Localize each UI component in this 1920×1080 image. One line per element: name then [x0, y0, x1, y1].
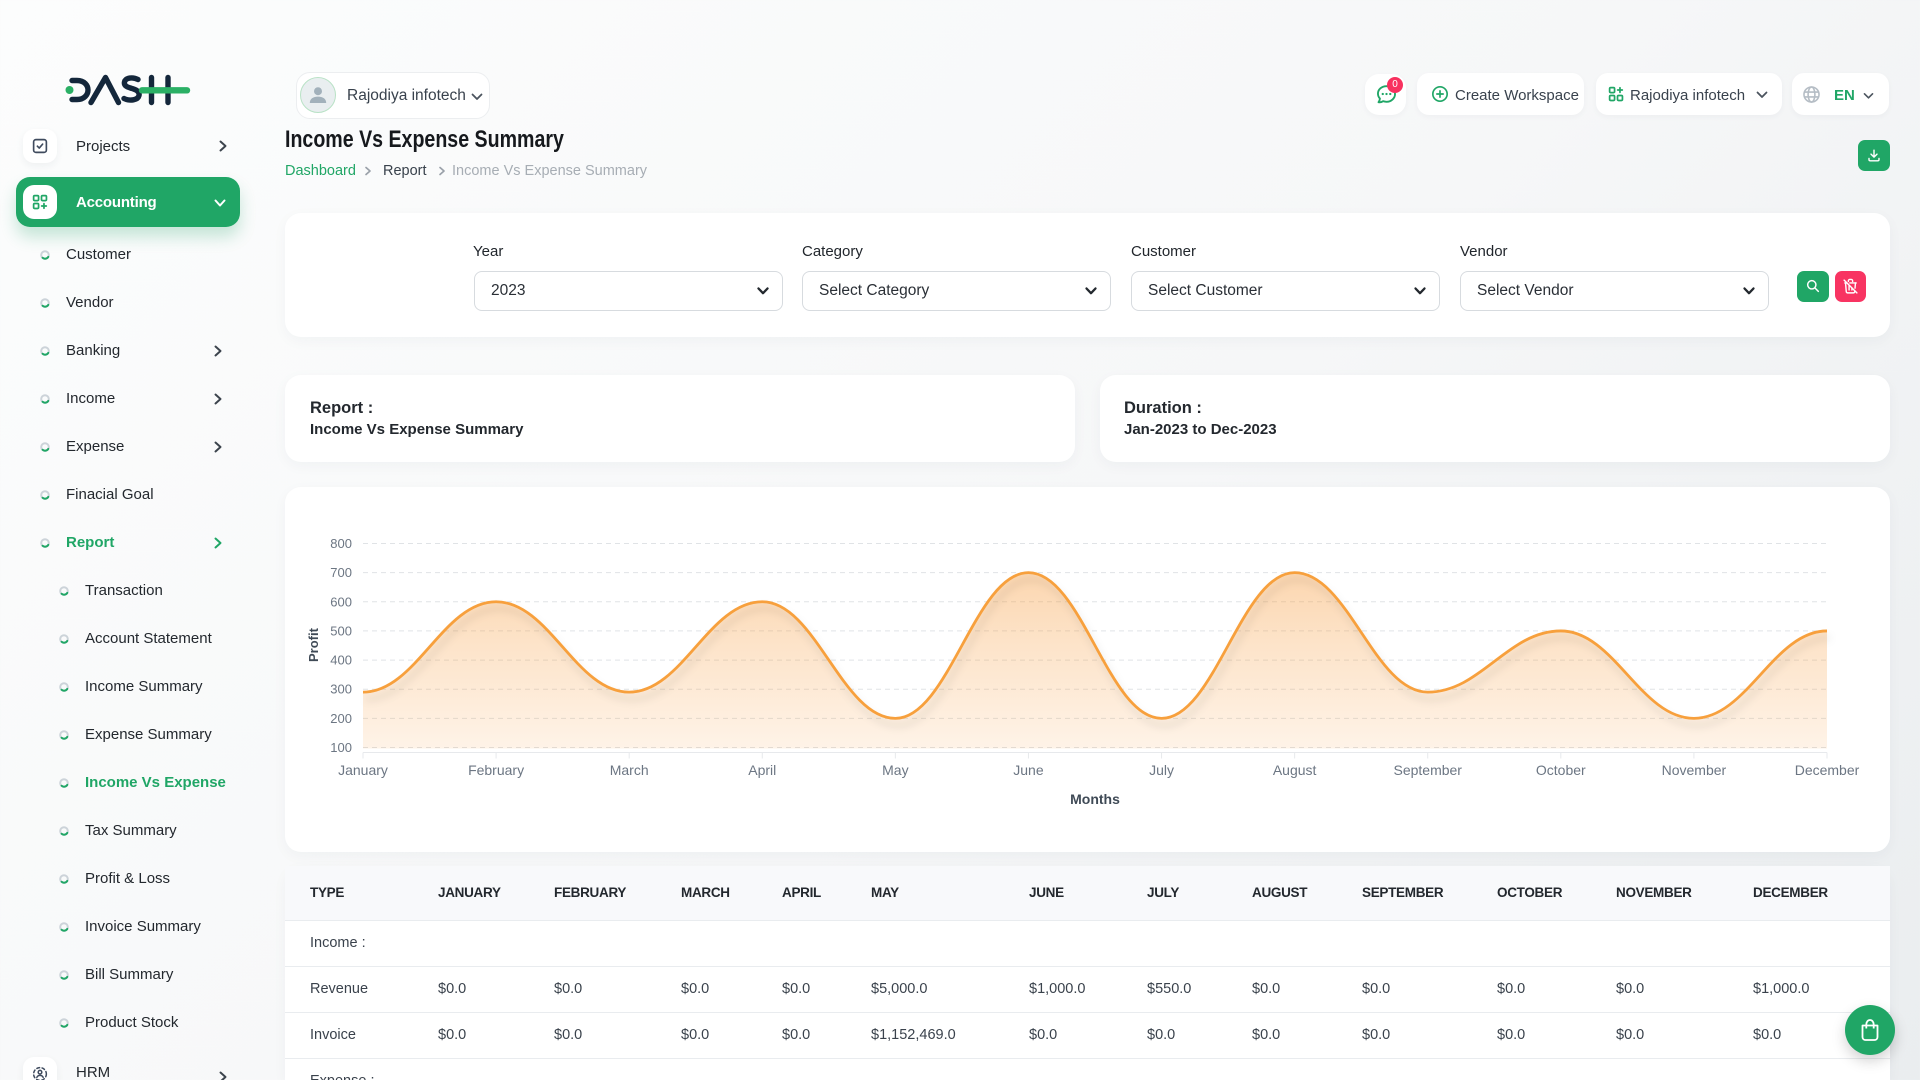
svg-text:Months: Months [1070, 791, 1120, 807]
svg-text:August: August [1273, 762, 1317, 778]
svg-text:March: March [610, 762, 649, 778]
svg-text:800: 800 [330, 536, 352, 551]
svg-text:February: February [468, 762, 524, 778]
svg-text:500: 500 [330, 623, 352, 638]
svg-text:300: 300 [330, 682, 352, 697]
svg-text:January: January [338, 762, 388, 778]
svg-text:October: October [1536, 762, 1586, 778]
svg-text:400: 400 [330, 653, 352, 668]
svg-text:700: 700 [330, 565, 352, 580]
svg-text:November: November [1662, 762, 1727, 778]
svg-text:600: 600 [330, 594, 352, 609]
svg-text:200: 200 [330, 711, 352, 726]
svg-text:December: December [1795, 762, 1860, 778]
svg-text:May: May [882, 762, 908, 778]
svg-text:Profit: Profit [306, 627, 321, 662]
svg-text:April: April [748, 762, 776, 778]
svg-text:100: 100 [330, 740, 352, 755]
svg-text:June: June [1013, 762, 1044, 778]
svg-text:September: September [1393, 762, 1462, 778]
svg-text:July: July [1149, 762, 1174, 778]
